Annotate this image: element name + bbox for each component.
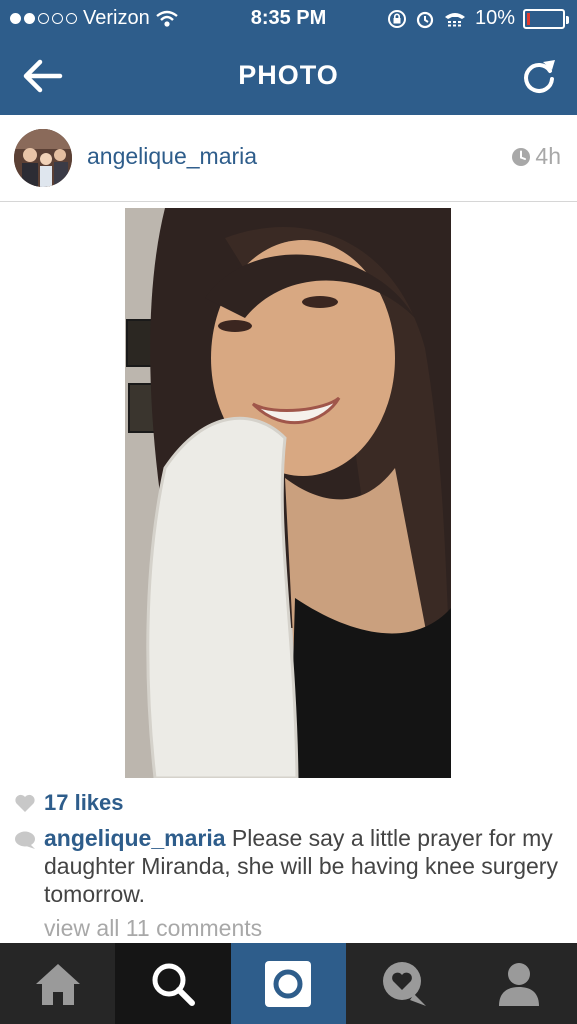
tab-profile[interactable]	[462, 943, 577, 1024]
caption-username[interactable]: angelique_maria	[44, 825, 226, 851]
tty-icon	[444, 12, 465, 26]
tab-home[interactable]	[0, 943, 115, 1024]
activity-icon	[382, 961, 426, 1006]
post-username[interactable]: angelique_maria	[87, 143, 257, 170]
avatar[interactable]	[14, 129, 72, 187]
view-all-comments-link[interactable]: view all 11 comments	[44, 915, 262, 942]
post-header: angelique_maria 4h	[0, 115, 577, 202]
battery-icon	[523, 8, 569, 29]
page-title: PHOTO	[238, 60, 339, 90]
camera-icon	[265, 960, 312, 1007]
likes-count[interactable]: 17 likes	[44, 790, 124, 816]
post-caption: angelique_maria Please say a little pray…	[14, 824, 564, 908]
profile-icon	[499, 962, 540, 1006]
tab-search[interactable]	[115, 943, 231, 1024]
search-icon	[152, 963, 196, 1006]
heart-icon	[15, 794, 35, 812]
nav-bar: PHOTO	[0, 38, 577, 115]
post-photo[interactable]	[125, 208, 451, 778]
comment-bubble-icon	[15, 831, 35, 849]
status-bar: Verizon 8:35 PM 10%	[0, 0, 577, 38]
tab-bar	[0, 943, 577, 1024]
tab-camera[interactable]	[230, 943, 347, 1024]
home-icon	[35, 963, 80, 1005]
battery-level	[527, 12, 530, 25]
orientation-lock-icon	[387, 9, 406, 28]
tab-activity[interactable]	[346, 943, 461, 1024]
battery-percent: 10%	[474, 7, 515, 29]
clock-icon	[512, 147, 531, 166]
alarm-icon	[416, 11, 434, 28]
app-header: Verizon 8:35 PM 10% PHOTO	[0, 0, 577, 115]
refresh-icon[interactable]	[519, 54, 559, 98]
post-time: 4h	[535, 143, 561, 169]
